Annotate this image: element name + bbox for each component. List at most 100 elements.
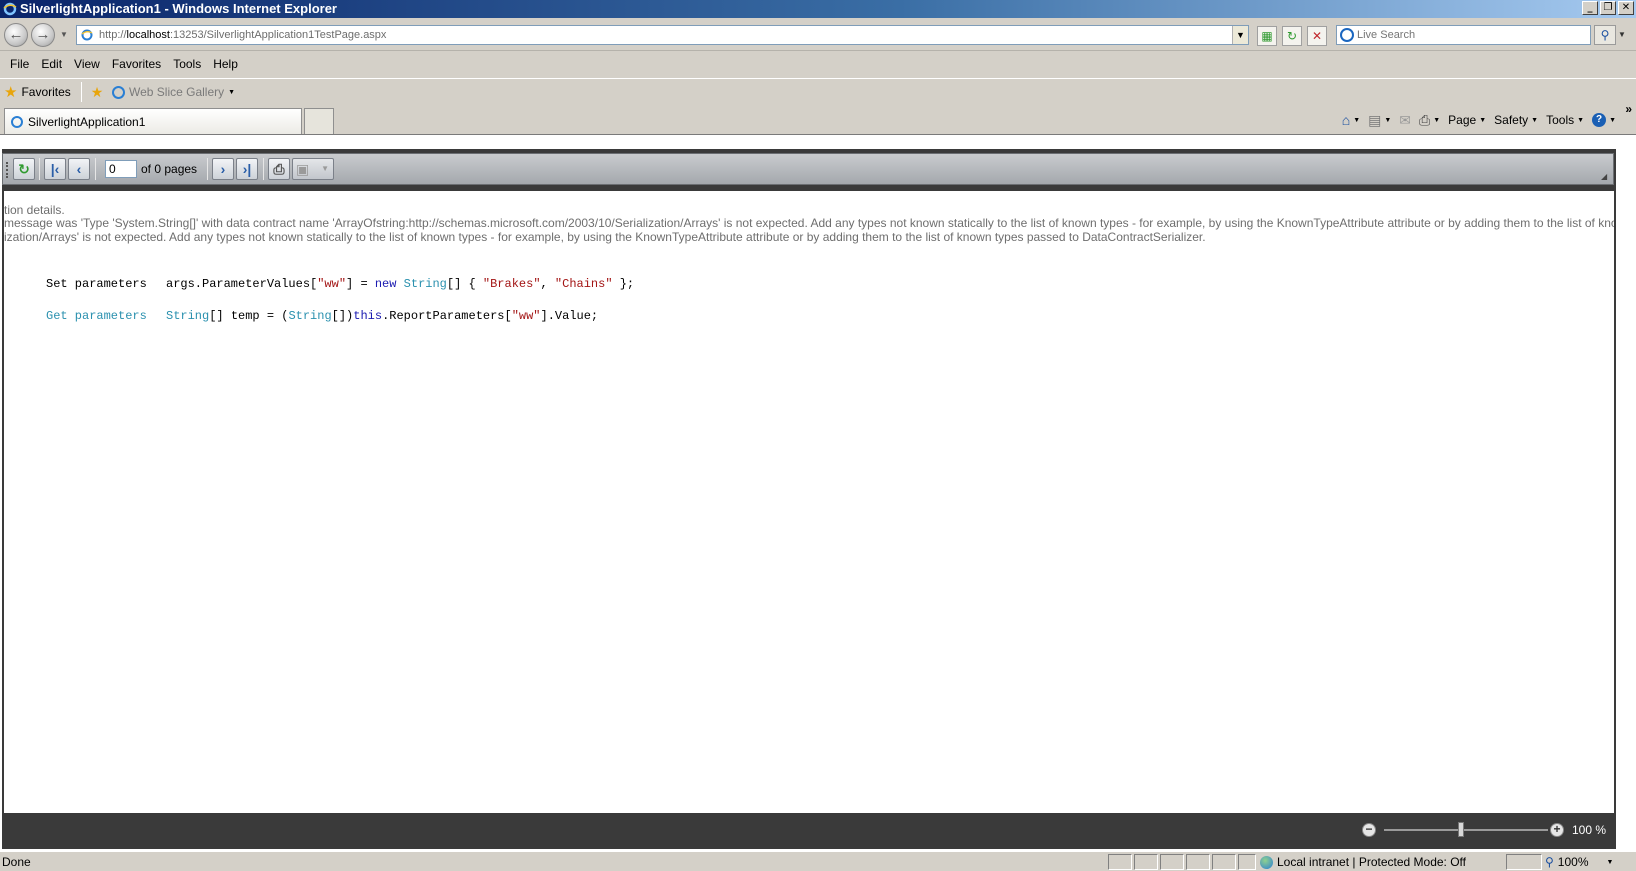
- favorites-button[interactable]: ★ Favorites: [4, 82, 71, 102]
- page-menu-label: Page: [1448, 113, 1477, 127]
- toolbar-separator: [95, 158, 96, 180]
- new-tab-button[interactable]: [304, 108, 334, 134]
- help-menu-button[interactable]: ? ▼: [1592, 113, 1616, 127]
- internet-explorer-icon: [3, 2, 17, 16]
- address-bar[interactable]: http://localhost:13253/SilverlightApplic…: [76, 25, 1249, 45]
- minus-icon: −: [1365, 822, 1373, 836]
- forward-arrow-icon: →: [35, 26, 51, 43]
- menu-tools[interactable]: Tools: [167, 57, 207, 71]
- refresh-icon: ↻: [18, 161, 30, 177]
- home-icon: ⌂: [1341, 112, 1351, 128]
- plus-icon: +: [1553, 822, 1561, 836]
- next-page-icon: ›: [220, 161, 226, 177]
- toolbar-resize-icon: ◢: [1601, 172, 1608, 181]
- chevron-down-icon: ▼: [1609, 116, 1616, 124]
- menu-favorites[interactable]: Favorites: [106, 57, 167, 71]
- close-button[interactable]: ✕: [1618, 1, 1634, 15]
- refresh-report-button[interactable]: ↻: [13, 158, 35, 180]
- address-row: ← → ▼ http://localhost:13253/Silverlight…: [0, 18, 1636, 51]
- status-zoom-button[interactable]: ⚲ 100% ▼: [1545, 854, 1613, 870]
- back-button[interactable]: ←: [4, 23, 28, 47]
- zoom-slider-thumb[interactable]: [1458, 822, 1464, 837]
- search-input[interactable]: [1357, 27, 1587, 43]
- search-icon: ⚲: [1600, 28, 1610, 42]
- tab-page-icon: [11, 115, 23, 128]
- printer-icon: ⎙: [1419, 111, 1431, 128]
- stop-icon: ✕: [1311, 29, 1323, 43]
- error-message-line: tion details.: [4, 203, 65, 217]
- page-icon: [81, 29, 93, 41]
- report-viewer: ↻ |‹ ‹ 0 of 0 pages › ›| ⎙ ▣ ▼ ◢ tion de…: [2, 149, 1616, 849]
- web-slice-icon: [112, 85, 125, 99]
- first-page-icon: |‹: [50, 161, 60, 177]
- menu-help[interactable]: Help: [207, 57, 244, 71]
- tools-menu-button[interactable]: Tools ▼: [1546, 113, 1584, 127]
- tab-silverlight-application[interactable]: SilverlightApplication1: [4, 108, 302, 134]
- toolbar-overflow-button[interactable]: »: [1625, 102, 1632, 116]
- menu-view[interactable]: View: [68, 57, 106, 71]
- window-controls: _ ❐ ✕: [1582, 1, 1634, 15]
- favorites-bar: ★ Favorites ★ Web Slice Gallery ▼: [0, 78, 1636, 104]
- last-page-icon: ›|: [242, 161, 252, 177]
- protected-mode-settings[interactable]: [1506, 854, 1542, 870]
- help-icon: ?: [1592, 113, 1607, 127]
- web-slice-gallery-button[interactable]: Web Slice Gallery ▼: [112, 83, 235, 101]
- favorites-label: Favorites: [21, 85, 71, 99]
- zoom-percent-label: 100 %: [1572, 823, 1607, 837]
- search-button[interactable]: ⚲: [1594, 25, 1616, 45]
- minimize-button[interactable]: _: [1582, 1, 1598, 15]
- first-page-button[interactable]: |‹: [44, 158, 66, 180]
- error-message-line: ization/Arrays' is not expected. Add any…: [4, 230, 1206, 244]
- page-number-input[interactable]: 0: [105, 160, 137, 178]
- set-parameters-code: Set parameters args.ParameterValues["ww"]…: [46, 277, 635, 291]
- recent-pages-dropdown[interactable]: ▼: [59, 30, 69, 40]
- home-button[interactable]: ⌂ ▼: [1342, 112, 1360, 128]
- report-viewer-toolbar: ↻ |‹ ‹ 0 of 0 pages › ›| ⎙ ▣ ▼ ◢: [2, 153, 1614, 185]
- status-text: Done: [2, 855, 31, 869]
- previous-page-button[interactable]: ‹: [68, 158, 90, 180]
- get-parameters-label: Get parameters: [46, 309, 147, 323]
- menu-edit[interactable]: Edit: [35, 57, 68, 71]
- favorites-star-icon: ★: [4, 83, 18, 101]
- forward-button[interactable]: →: [31, 23, 55, 47]
- read-mail-button[interactable]: ✉: [1399, 112, 1411, 129]
- safety-menu-label: Safety: [1494, 113, 1529, 127]
- zoom-slider-track[interactable]: [1384, 829, 1548, 831]
- safety-menu-button[interactable]: Safety ▼: [1494, 113, 1538, 127]
- search-options-dropdown[interactable]: ▼: [1618, 30, 1626, 39]
- add-favorite-icon: ★: [90, 84, 104, 100]
- page-menu-button[interactable]: Page ▼: [1448, 113, 1486, 127]
- toolbar-grip[interactable]: [6, 162, 9, 178]
- tab-row: SilverlightApplication1 ⌂ ▼ ▤ ▼ ✉ ⎙ ▼ Pa…: [0, 102, 1636, 134]
- last-page-button[interactable]: ›|: [236, 158, 258, 180]
- restore-button[interactable]: ❐: [1600, 1, 1616, 15]
- status-cell: [1238, 854, 1256, 870]
- print-button[interactable]: ⎙ ▼: [1419, 112, 1440, 129]
- zoom-in-button[interactable]: +: [1550, 823, 1564, 837]
- chevron-down-icon: ▼: [1577, 116, 1585, 124]
- status-cell: [1108, 854, 1132, 870]
- security-zone[interactable]: Local intranet | Protected Mode: Off: [1258, 854, 1466, 870]
- compatibility-view-button[interactable]: ▦: [1257, 26, 1277, 46]
- refresh-icon: ↻: [1286, 29, 1298, 43]
- chevron-down-icon: ▼: [1479, 116, 1487, 124]
- tab-label: SilverlightApplication1: [28, 114, 146, 129]
- refresh-button[interactable]: ↻: [1282, 26, 1302, 46]
- export-button[interactable]: ▣ ▼: [292, 158, 334, 180]
- zoom-out-button[interactable]: −: [1362, 823, 1376, 837]
- feeds-button[interactable]: ▤ ▼: [1368, 112, 1391, 129]
- chevron-down-icon: ▼: [228, 88, 236, 96]
- chevron-down-icon: ▼: [1433, 116, 1441, 124]
- stop-button[interactable]: ✕: [1307, 26, 1327, 46]
- print-report-button[interactable]: ⎙: [268, 158, 290, 180]
- address-dropdown-button[interactable]: ▼: [1232, 26, 1248, 44]
- next-page-button[interactable]: ›: [212, 158, 234, 180]
- bing-icon: [1340, 28, 1354, 42]
- status-zoom-label: 100%: [1557, 855, 1589, 869]
- previous-page-icon: ‹: [76, 161, 82, 177]
- add-to-favorites-bar-button[interactable]: ★: [88, 83, 106, 101]
- zoom-magnifier-icon: ⚲: [1545, 855, 1554, 869]
- menu-file[interactable]: File: [4, 57, 35, 71]
- tools-menu-label: Tools: [1546, 113, 1575, 127]
- command-bar: ⌂ ▼ ▤ ▼ ✉ ⎙ ▼ Page ▼ Safety ▼ Tools ▼ ? …: [1342, 110, 1630, 130]
